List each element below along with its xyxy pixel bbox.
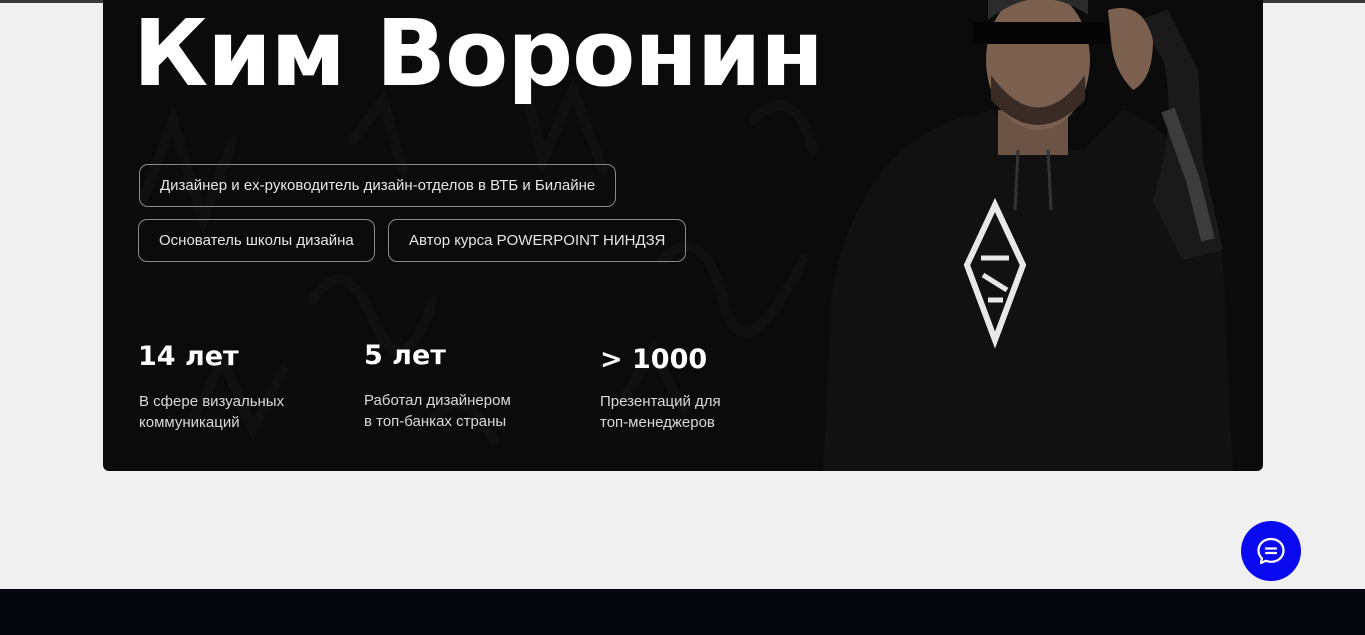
chat-bubble-icon bbox=[1257, 537, 1285, 565]
footer bbox=[0, 589, 1365, 635]
page-title: Ким Воронин bbox=[133, 0, 824, 107]
chat-button[interactable] bbox=[1241, 521, 1301, 581]
stat-description: Работал дизайнером в топ-банках страны bbox=[364, 390, 564, 432]
stat-value: 14 лет bbox=[138, 341, 239, 372]
stat-description-line: топ-менеджеров bbox=[600, 414, 715, 431]
portrait-photo bbox=[823, 0, 1233, 471]
stat-description: В сфере визуальных коммуникаций bbox=[139, 391, 339, 433]
hero-card: Ким Воронин Дизайнер и ex-руководитель д… bbox=[103, 0, 1263, 471]
tag-designer: Дизайнер и ex-руководитель дизайн-отдело… bbox=[139, 164, 617, 207]
stat-description-line: Презентаций для bbox=[600, 393, 721, 410]
tag-course-author: Автор курса POWERPOINT НИНДЗЯ bbox=[388, 219, 687, 262]
stat-description-line: коммуникаций bbox=[139, 414, 240, 431]
stat-value: 5 лет bbox=[364, 340, 446, 371]
stat-value: > 1000 bbox=[600, 344, 708, 375]
stat-description-line: Работал дизайнером bbox=[364, 392, 511, 409]
stat-description: Презентаций для топ-менеджеров bbox=[600, 391, 800, 433]
stat-description-line: В сфере визуальных bbox=[139, 393, 285, 410]
tag-school-founder: Основатель школы дизайна bbox=[138, 219, 375, 262]
stat-description-line: в топ-банках страны bbox=[364, 413, 507, 430]
